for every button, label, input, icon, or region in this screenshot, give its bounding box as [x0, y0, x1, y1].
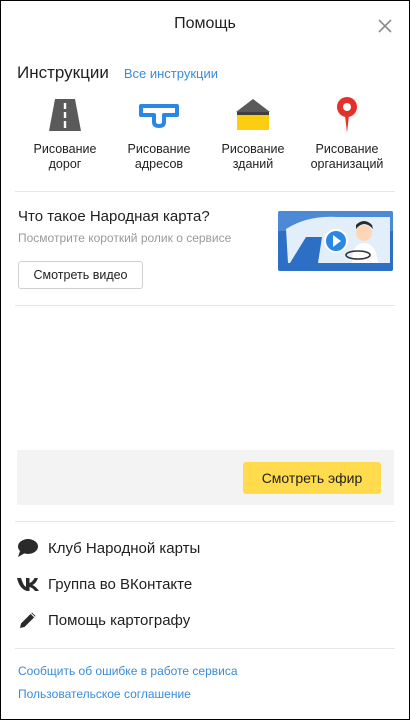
building-icon — [236, 99, 270, 130]
cartographer-help-link[interactable]: Помощь картографу — [16, 608, 190, 632]
instructions-header: Инструкции Все инструкции — [17, 63, 218, 83]
address-icon — [139, 104, 179, 128]
instruction-label: Рисование зданий — [221, 142, 285, 171]
club-link-label: Клуб Народной карты — [48, 539, 201, 557]
instruction-roads[interactable]: Рисование дорог — [17, 93, 113, 172]
video-thumbnail[interactable] — [278, 211, 393, 271]
page-title: Помощь — [174, 15, 236, 32]
promo-title: Что такое Народная карта? — [18, 208, 210, 225]
promo-subtitle: Посмотрите короткий ролик о сервисе — [18, 231, 232, 245]
pencil-icon — [20, 612, 36, 628]
divider — [15, 648, 395, 649]
cartographer-help-link-label: Помощь картографу — [48, 611, 191, 629]
report-error-link[interactable]: Сообщить об ошибке в работе сервиса — [18, 664, 238, 678]
instructions-title: Инструкции — [17, 63, 109, 82]
instruction-label: Рисование организаций — [310, 142, 384, 171]
user-agreement-link[interactable]: Пользовательское соглашение — [18, 687, 191, 701]
instruction-buildings[interactable]: Рисование зданий — [205, 93, 301, 172]
chat-bubble-icon — [18, 539, 38, 557]
vk-group-link-label: Группа во ВКонтакте — [48, 575, 193, 593]
instruction-addresses[interactable]: Рисование адресов — [111, 93, 207, 172]
divider — [15, 521, 395, 522]
instruction-label: Рисование адресов — [127, 142, 191, 171]
vk-group-link[interactable]: Группа во ВКонтакте — [16, 572, 192, 596]
help-panel: Помощь Инструкции Все инструкции Рисован… — [0, 0, 410, 720]
vk-icon — [17, 578, 39, 591]
divider — [15, 305, 395, 306]
watch-live-button[interactable]: Смотреть эфир — [243, 462, 381, 494]
all-instructions-link[interactable]: Все инструкции — [124, 66, 218, 81]
divider — [15, 191, 395, 192]
panel-header: Помощь — [1, 1, 409, 47]
map-pin-icon — [337, 97, 357, 133]
instruction-organizations[interactable]: Рисование организаций — [299, 93, 395, 172]
club-link[interactable]: Клуб Народной карты — [16, 536, 200, 560]
live-stream-block: Смотреть эфир — [17, 450, 394, 505]
instruction-label: Рисование дорог — [33, 142, 97, 171]
close-icon[interactable] — [377, 18, 393, 34]
road-icon — [49, 99, 81, 131]
watch-video-button[interactable]: Смотреть видео — [18, 261, 143, 289]
